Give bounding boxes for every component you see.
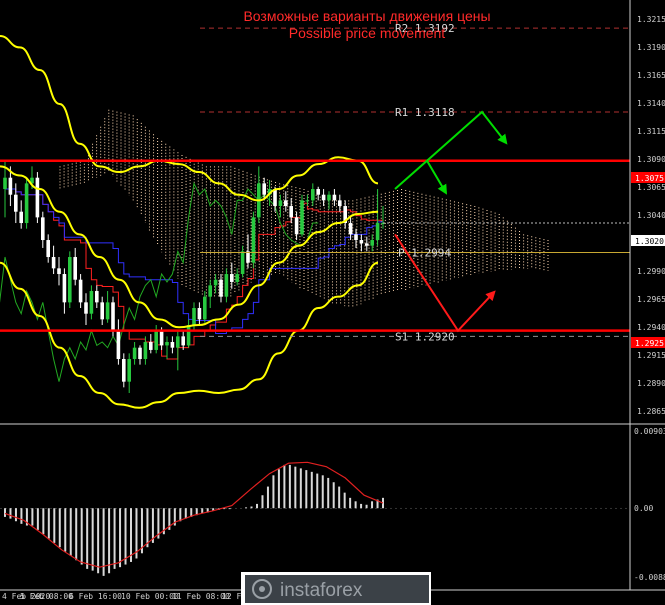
current-price-badge-label: 1.3020 (635, 237, 664, 246)
candle-body (57, 268, 61, 275)
candle-body (284, 200, 288, 207)
candle-body (3, 177, 7, 190)
ytick: 1.3065 (637, 183, 665, 192)
candle-body (197, 308, 202, 320)
candle-body (370, 240, 374, 246)
candle-body (213, 279, 218, 286)
candle-body (219, 279, 223, 297)
candle-body (138, 347, 142, 360)
candle-body (41, 217, 45, 241)
ytick: 1.2915 (637, 351, 665, 360)
candle-body (149, 342, 153, 350)
ytick: 1.3115 (637, 127, 665, 136)
xtick: 5 Feb 08:00 (20, 592, 73, 601)
candle-body (154, 330, 158, 350)
pivot-label-r1: R1 1.3118 (395, 106, 455, 119)
candle-body (251, 217, 256, 263)
ytick: 1.2990 (637, 267, 665, 276)
candle-body (289, 206, 293, 218)
ytick: 1.3140 (637, 99, 665, 108)
ytick: 1.3190 (637, 43, 665, 52)
price-chart: R2 1.3192R1 1.3118P 1.2994S1 1.2920 Возм… (0, 0, 665, 605)
candle-body (311, 189, 315, 201)
candle-body (354, 234, 358, 241)
candle-body (181, 336, 185, 346)
candle-body (305, 200, 310, 202)
candle-body (170, 342, 175, 348)
candle-body (35, 177, 40, 218)
candle-body (95, 291, 99, 303)
candle-body (51, 257, 56, 269)
candle-body (105, 302, 110, 320)
pivot-label-s1: S1 1.2920 (395, 330, 455, 343)
candle-body (224, 274, 229, 297)
candle-body (294, 217, 299, 235)
candle-body (132, 347, 137, 360)
candle-body (332, 194, 337, 201)
xtick: 10 Feb 00:00 (121, 592, 179, 601)
candle-body (46, 240, 50, 258)
candle-body (240, 251, 245, 275)
candle-body (159, 330, 164, 346)
candle-body (116, 330, 121, 360)
candle-body (186, 325, 191, 346)
candle-body (8, 177, 13, 195)
ytick: 1.3165 (637, 71, 665, 80)
candle-body (208, 285, 212, 297)
macd-ytick: -0.00886 (634, 573, 665, 582)
macd-ytick: 0.00903 (634, 427, 665, 436)
resistance-price-badge-label: 1.3075 (635, 174, 664, 183)
candle-body (84, 302, 88, 314)
ytick: 1.2965 (637, 295, 665, 304)
candle-body (143, 342, 148, 360)
candle-body (78, 279, 83, 303)
candle-body (68, 257, 72, 303)
candle-body (14, 194, 18, 212)
candle-body (273, 189, 277, 207)
candle-body (235, 274, 239, 282)
ytick: 1.2890 (637, 379, 665, 388)
watermark: instaforex (241, 572, 431, 605)
candle-body (278, 200, 283, 207)
candle-body (375, 223, 380, 241)
ytick: 1.3090 (637, 155, 665, 164)
candle-body (100, 302, 104, 320)
ytick: 1.3040 (637, 211, 665, 220)
candle-body (19, 211, 23, 224)
ytick: 1.3215 (637, 15, 665, 24)
candle-body (165, 342, 169, 346)
candle-body (230, 274, 234, 282)
candle-body (316, 189, 320, 195)
candle-body (246, 251, 250, 263)
xtick: 6 Feb 16:00 (69, 592, 122, 601)
candle-body (111, 302, 115, 331)
candle-body (122, 359, 126, 382)
candle-body (127, 359, 131, 382)
candle-body (203, 296, 207, 320)
ytick: 1.2865 (637, 407, 665, 416)
candle-body (262, 183, 266, 195)
candle-body (359, 240, 364, 244)
candle-body (192, 308, 196, 326)
candle-body (365, 243, 369, 246)
candle-body (62, 274, 67, 303)
candle-body (89, 291, 94, 314)
candle-body (300, 200, 304, 235)
support-price-badge-label: 1.2925 (635, 339, 664, 348)
candle-body (24, 183, 29, 224)
candle-body (327, 194, 331, 201)
chart-title-en: Possible price movement (289, 25, 446, 41)
chart-title-ru: Возможные варианты движения цены (243, 8, 490, 24)
candle-body (321, 194, 326, 201)
candle-body (348, 223, 353, 235)
macd-ytick: 0.00 (634, 504, 653, 513)
watermark-text: instaforex (280, 580, 363, 601)
ytick: 1.2940 (637, 323, 665, 332)
candle-body (73, 257, 77, 280)
candle-body (176, 336, 180, 348)
candle-body (338, 200, 342, 207)
